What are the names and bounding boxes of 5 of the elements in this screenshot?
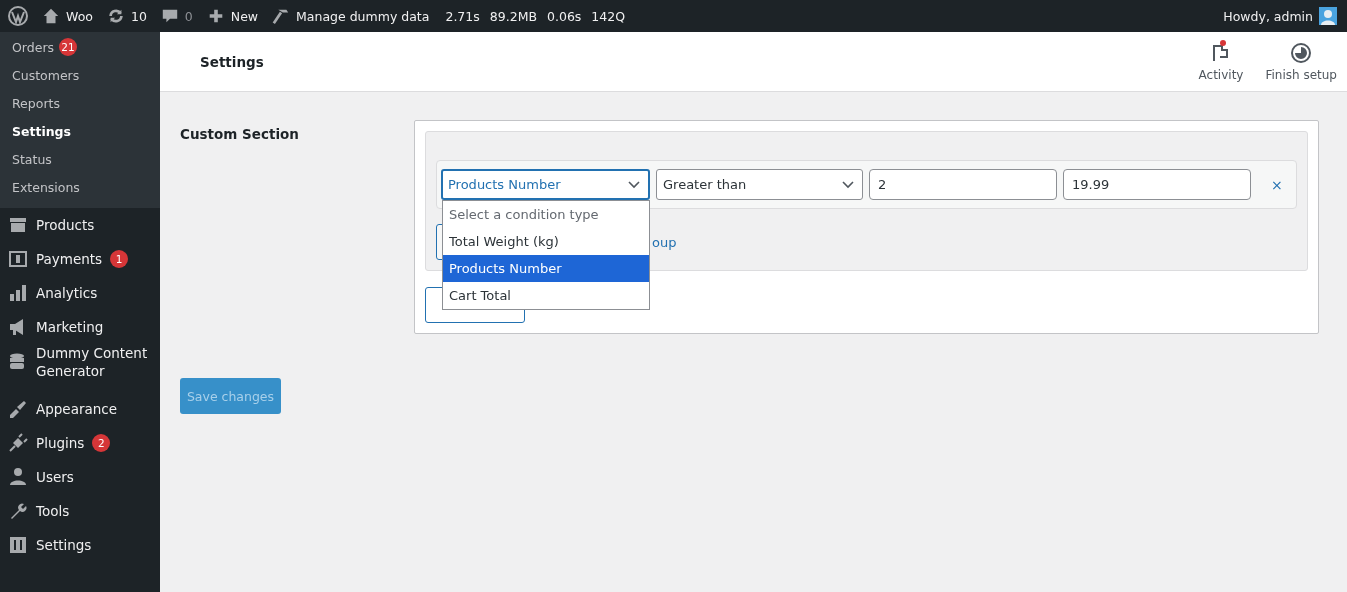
section-title: Custom Section — [180, 125, 300, 144]
page-title: Settings — [200, 53, 264, 70]
count-badge: 21 — [59, 38, 78, 56]
count-badge: 2 — [92, 434, 111, 452]
count-badge: 1 — [110, 250, 129, 268]
